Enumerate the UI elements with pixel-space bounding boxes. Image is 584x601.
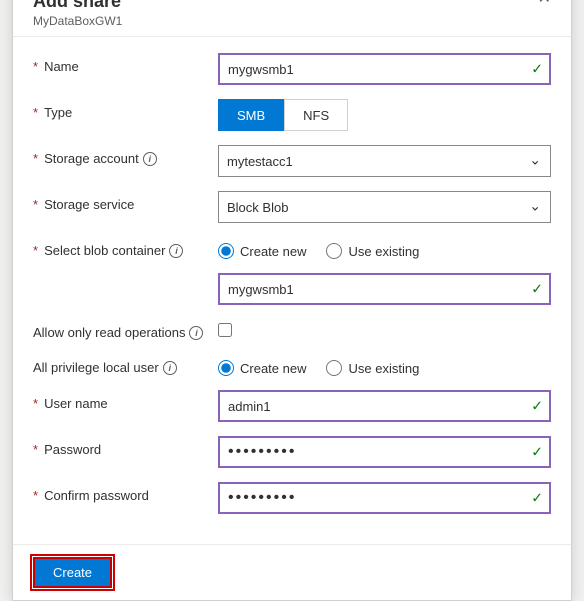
blob-container-check-icon: ✓ [531, 281, 543, 298]
blob-use-existing-option[interactable]: Use existing [326, 243, 419, 259]
allow-read-info-icon[interactable]: i [189, 326, 203, 340]
blob-container-input-row: ✓ [218, 273, 551, 305]
blob-use-existing-label: Use existing [348, 244, 419, 259]
name-label: * Name [33, 53, 218, 74]
type-toggle-group: SMB NFS [218, 99, 551, 131]
allow-read-label: Allow only read operations i [33, 319, 218, 340]
name-input[interactable] [218, 53, 551, 85]
password-required: * [33, 442, 38, 457]
dialog-subtitle: MyDataBoxGW1 [33, 14, 551, 28]
confirm-password-label: * Confirm password [33, 482, 218, 503]
password-row: * Password ✓ [33, 436, 551, 468]
close-button[interactable]: ✕ [534, 0, 555, 9]
type-toggle: SMB NFS [218, 99, 551, 131]
storage-account-row: * Storage account i mytestacc1 [33, 145, 551, 177]
storage-account-info-icon[interactable]: i [143, 152, 157, 166]
password-check-icon: ✓ [531, 444, 543, 461]
blob-create-new-label: Create new [240, 244, 306, 259]
type-required: * [33, 105, 38, 120]
username-row: * User name ✓ [33, 390, 551, 422]
dialog-header: Add share MyDataBoxGW1 ✕ [13, 0, 571, 37]
storage-service-select[interactable]: Block Blob [218, 191, 551, 223]
name-field-wrapper: ✓ [218, 53, 551, 85]
storage-service-label: * Storage service [33, 191, 218, 212]
confirm-password-required: * [33, 488, 38, 503]
username-check-icon: ✓ [531, 398, 543, 415]
privilege-user-radio-group: Create new Use existing [218, 354, 551, 376]
storage-service-required: * [33, 197, 38, 212]
create-button[interactable]: Create [33, 557, 112, 588]
allow-read-row: Allow only read operations i [33, 319, 551, 340]
blob-container-row: * Select blob container i Create new Use… [33, 237, 551, 259]
password-field-wrapper: ✓ [218, 436, 551, 468]
blob-container-required: * [33, 243, 38, 258]
username-label: * User name [33, 390, 218, 411]
name-row: * Name ✓ [33, 53, 551, 85]
blob-create-new-radio[interactable] [218, 243, 234, 259]
privilege-user-row: All privilege local user i Create new Us… [33, 354, 551, 376]
confirm-password-check-icon: ✓ [531, 490, 543, 507]
type-nfs-button[interactable]: NFS [284, 99, 348, 131]
privilege-user-info-icon[interactable]: i [163, 361, 177, 375]
username-required: * [33, 396, 38, 411]
storage-account-label: * Storage account i [33, 145, 218, 166]
privilege-create-new-option[interactable]: Create new [218, 360, 306, 376]
confirm-password-input[interactable] [218, 482, 551, 514]
type-row: * Type SMB NFS [33, 99, 551, 131]
storage-service-row: * Storage service Block Blob [33, 191, 551, 223]
type-smb-button[interactable]: SMB [218, 99, 284, 131]
dialog-footer: Create [13, 544, 571, 600]
name-required: * [33, 59, 38, 74]
privilege-use-existing-label: Use existing [348, 361, 419, 376]
dialog-body: * Name ✓ * Type SMB NFS * [13, 37, 571, 544]
add-share-dialog: Add share MyDataBoxGW1 ✕ * Name ✓ * Type [12, 0, 572, 601]
allow-read-checkbox-wrapper [218, 319, 551, 337]
password-input[interactable] [218, 436, 551, 468]
privilege-user-label: All privilege local user i [33, 354, 218, 375]
privilege-use-existing-option[interactable]: Use existing [326, 360, 419, 376]
allow-read-checkbox[interactable] [218, 323, 232, 337]
privilege-create-new-radio[interactable] [218, 360, 234, 376]
storage-account-wrapper: mytestacc1 [218, 145, 551, 177]
blob-use-existing-radio[interactable] [326, 243, 342, 259]
password-label: * Password [33, 436, 218, 457]
blob-container-input-wrapper: ✓ [218, 273, 551, 305]
blob-create-new-option[interactable]: Create new [218, 243, 306, 259]
blob-container-input[interactable] [218, 273, 551, 305]
name-check-icon: ✓ [531, 61, 543, 78]
storage-account-select[interactable]: mytestacc1 [218, 145, 551, 177]
privilege-use-existing-radio[interactable] [326, 360, 342, 376]
blob-container-label: * Select blob container i [33, 237, 218, 258]
username-input[interactable] [218, 390, 551, 422]
confirm-password-row: * Confirm password ✓ [33, 482, 551, 514]
type-label: * Type [33, 99, 218, 120]
blob-radio-group: Create new Use existing [218, 237, 551, 259]
username-field-wrapper: ✓ [218, 390, 551, 422]
dialog-title: Add share [33, 0, 551, 12]
privilege-radio-group: Create new Use existing [218, 354, 551, 376]
privilege-create-new-label: Create new [240, 361, 306, 376]
confirm-password-field-wrapper: ✓ [218, 482, 551, 514]
blob-container-radio-group: Create new Use existing [218, 237, 551, 259]
blob-container-info-icon[interactable]: i [169, 244, 183, 258]
storage-service-wrapper: Block Blob [218, 191, 551, 223]
storage-account-required: * [33, 151, 38, 166]
